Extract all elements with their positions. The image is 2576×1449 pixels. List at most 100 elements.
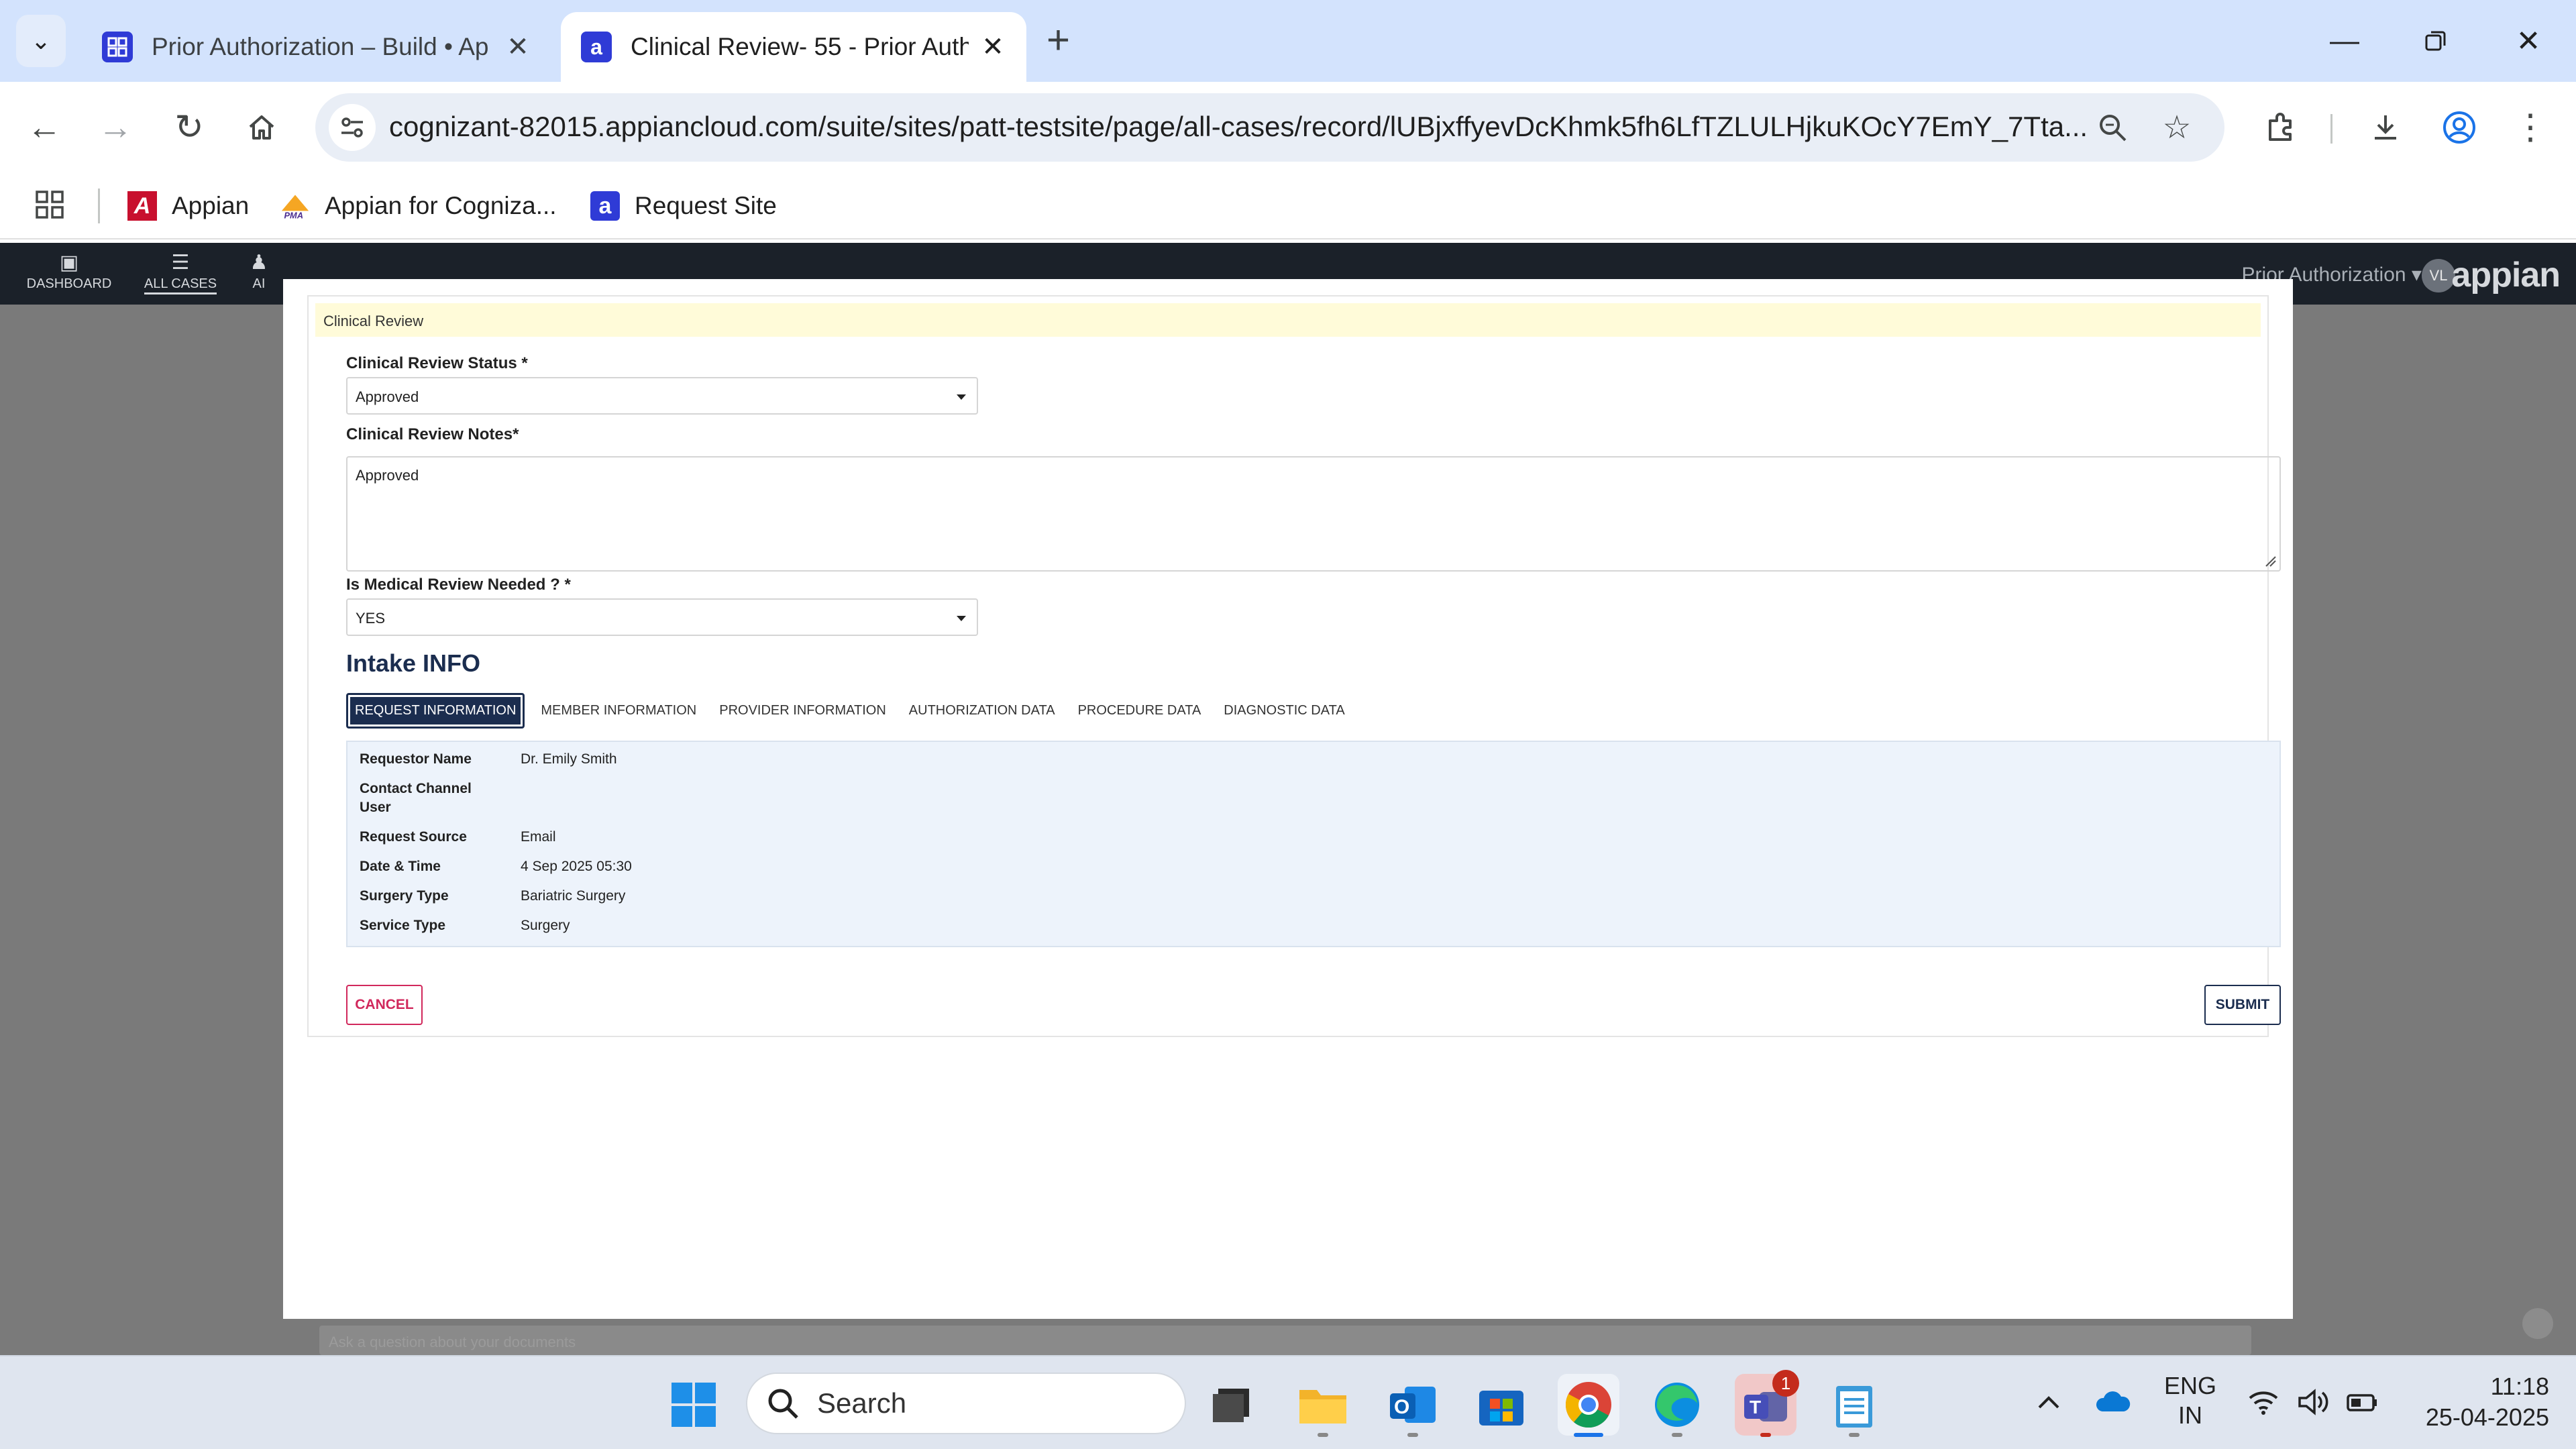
profile-icon[interactable] [2434, 102, 2485, 153]
status-dropdown[interactable]: Approved [346, 377, 978, 415]
bookmark-label: Request Site [635, 192, 777, 219]
tab-request-information[interactable]: REQUEST INFORMATION [346, 692, 525, 729]
outlook-icon[interactable]: O [1382, 1374, 1444, 1436]
edge-icon[interactable] [1646, 1374, 1708, 1436]
windows-start-icon[interactable] [663, 1374, 724, 1436]
info-key: Requestor Name [360, 751, 472, 767]
notification-badge: 1 [1772, 1370, 1799, 1397]
search-icon [768, 1389, 798, 1419]
bookmark-label: Appian [172, 192, 250, 219]
status-value: Approved [356, 388, 419, 405]
browser-tab-strip: ⌄ Prior Authorization – Build • Ap ✕ a C… [0, 0, 2576, 82]
clinical-review-card: Clinical Review Clinical Review Status *… [307, 295, 2281, 1037]
info-value: Bariatric Surgery [521, 888, 626, 904]
running-indicator [1318, 1433, 1328, 1437]
back-arrow-icon[interactable]: ← [19, 102, 70, 153]
nav-ai[interactable]: ♟ AI [232, 250, 286, 292]
volume-icon[interactable] [2297, 1389, 2330, 1422]
caret-down-icon [957, 394, 966, 400]
chat-expand-icon[interactable] [2522, 1308, 2553, 1339]
avatar[interactable]: VL [2422, 259, 2455, 292]
taskbar-search[interactable]: Search [746, 1373, 1186, 1434]
submit-button[interactable]: SUBMIT [2204, 985, 2281, 1025]
download-icon[interactable] [2360, 102, 2411, 153]
document-question-input[interactable]: Ask a question about your documents [319, 1326, 2251, 1355]
nav-all-cases[interactable]: ☰ ALL CASES [123, 250, 237, 294]
chevron-up-icon[interactable] [2035, 1389, 2062, 1422]
resize-grip-icon[interactable] [2263, 554, 2277, 568]
search-label: Search [817, 1387, 907, 1419]
tab-authorization-data[interactable]: AUTHORIZATION DATA [898, 694, 1066, 728]
windows-taskbar: Search O T 1 ENG IN 11:18 25-04-2025 [0, 1355, 2576, 1449]
svg-text:O: O [1394, 1396, 1409, 1418]
cancel-button[interactable]: CANCEL [346, 985, 423, 1025]
tab-provider-information[interactable]: PROVIDER INFORMATION [708, 694, 897, 728]
clock[interactable]: 11:18 25-04-2025 [2402, 1371, 2549, 1433]
bookmark-appian-cognizant[interactable]: PMA Appian for Cogniza... [280, 186, 557, 226]
info-row: Service Type Surgery [360, 916, 570, 935]
restore-icon[interactable] [2412, 17, 2459, 64]
running-indicator [1760, 1433, 1771, 1437]
teams-icon[interactable]: T 1 [1735, 1370, 1799, 1436]
home-icon[interactable] [236, 102, 287, 153]
medical-review-dropdown[interactable]: YES [346, 598, 978, 636]
address-bar[interactable]: cognizant-82015.appiancloud.com/suite/si… [315, 93, 2224, 162]
microsoft-store-icon[interactable] [1470, 1374, 1532, 1436]
bookmark-appian[interactable]: A Appian [127, 186, 249, 226]
notes-textarea[interactable]: Approved [346, 456, 2281, 572]
close-window-icon[interactable]: ✕ [2505, 17, 2552, 64]
appian-favicon-icon: a [590, 191, 620, 221]
info-key: Date & Time [360, 859, 441, 874]
browser-toolbar: ← → ↻ cognizant-82015.appiancloud.com/su… [0, 82, 2576, 172]
tab-diagnostic-data[interactable]: DIAGNOSTIC DATA [1213, 694, 1355, 728]
minimize-icon[interactable]: — [2321, 17, 2368, 64]
notes-label: Clinical Review Notes* [346, 425, 519, 443]
clock-time: 11:18 [2490, 1373, 2549, 1400]
info-key: Service Type [360, 918, 446, 933]
tab-procedure-data[interactable]: PROCEDURE DATA [1067, 694, 1212, 728]
toolbar-divider [2330, 114, 2332, 144]
intake-tabs: REQUEST INFORMATION MEMBER INFORMATION P… [346, 692, 1357, 729]
browser-tab-clinical-review[interactable]: a Clinical Review- 55 - Prior Autho ✕ [561, 12, 1026, 82]
list-icon: ☰ [171, 252, 190, 274]
apps-grid-icon[interactable] [35, 190, 64, 223]
status-label: Clinical Review Status * [346, 354, 528, 372]
info-value: Email [521, 829, 556, 845]
forward-arrow-icon[interactable]: → [90, 102, 141, 153]
battery-icon[interactable] [2345, 1389, 2379, 1422]
person-icon: ♟ [250, 252, 268, 274]
svg-text:PMA: PMA [284, 210, 304, 220]
notepad-icon[interactable] [1823, 1374, 1885, 1436]
nav-dashboard[interactable]: ▣ DASHBOARD [12, 250, 126, 292]
info-key: Request Source [360, 829, 467, 845]
close-tab-icon[interactable]: ✕ [979, 32, 1006, 62]
info-value: Surgery [521, 918, 570, 933]
nav-ai-label: AI [252, 276, 266, 291]
extensions-icon[interactable] [2255, 102, 2306, 153]
reload-icon[interactable]: ↻ [164, 102, 215, 153]
url-text[interactable]: cognizant-82015.appiancloud.com/suite/si… [389, 111, 2093, 143]
bookmark-star-icon[interactable]: ☆ [2155, 105, 2199, 150]
new-tab-button[interactable]: + [1046, 20, 1070, 60]
browser-tab-build[interactable]: Prior Authorization – Build • Ap ✕ [82, 12, 551, 82]
running-indicator [1672, 1433, 1682, 1437]
info-value: Dr. Emily Smith [521, 751, 617, 767]
nav-all-cases-label: ALL CASES [144, 276, 217, 294]
info-row: Requestor Name Dr. Emily Smith [360, 750, 617, 769]
tab-search-menu-button[interactable]: ⌄ [16, 15, 66, 67]
wifi-icon[interactable] [2247, 1389, 2279, 1422]
bookmarks-divider [98, 189, 100, 223]
chrome-icon[interactable] [1558, 1374, 1619, 1436]
info-row: Date & Time 4 Sep 2025 05:30 [360, 857, 632, 876]
more-menu-icon[interactable]: ⋮ [2505, 102, 2556, 153]
language-indicator[interactable]: ENG IN [2161, 1371, 2219, 1430]
tab-member-information[interactable]: MEMBER INFORMATION [530, 694, 707, 728]
onedrive-cloud-icon[interactable] [2094, 1389, 2132, 1422]
file-explorer-icon[interactable] [1292, 1374, 1354, 1436]
bookmark-request-site[interactable]: a Request Site [590, 186, 777, 226]
zoom-icon[interactable] [2090, 105, 2135, 150]
close-tab-icon[interactable]: ✕ [504, 32, 531, 62]
section-header: Clinical Review [315, 303, 2261, 337]
task-view-icon[interactable] [1201, 1374, 1263, 1436]
site-settings-icon[interactable] [329, 104, 376, 151]
